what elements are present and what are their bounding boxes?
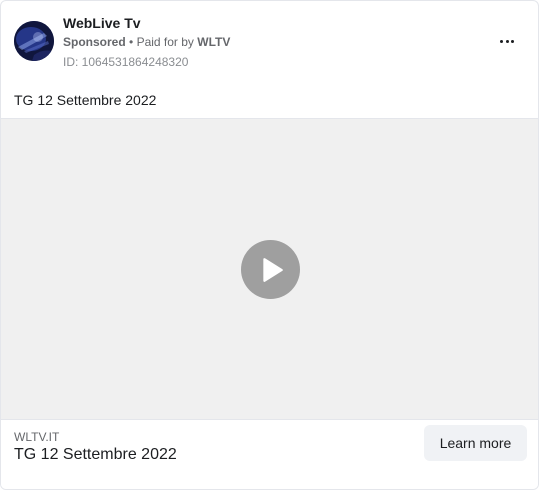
more-dot (510, 39, 514, 43)
avatar-image (14, 21, 54, 61)
link-headline[interactable]: TG 12 Settembre 2022 (14, 446, 177, 464)
ad-card: WebLive Tv Sponsored • Paid for by WLTV … (0, 0, 539, 490)
avatar[interactable] (14, 21, 54, 61)
link-domain: WLTV.IT (14, 430, 60, 444)
ad-body-text: TG 12 Settembre 2022 (14, 92, 157, 108)
sponsored-label: Sponsored (63, 35, 126, 49)
learn-more-button[interactable]: Learn more (424, 425, 527, 461)
ad-header: WebLive Tv Sponsored • Paid for by WLTV … (1, 1, 538, 81)
play-button[interactable] (241, 240, 300, 299)
page-name[interactable]: WebLive Tv (63, 15, 141, 31)
more-options-button[interactable] (491, 29, 523, 53)
separator: • (129, 35, 134, 49)
payer-name: WLTV (197, 35, 231, 49)
ad-id: ID: 1064531864248320 (63, 55, 189, 69)
play-icon (263, 257, 283, 282)
ad-footer[interactable]: WLTV.IT TG 12 Settembre 2022 Learn more (1, 419, 538, 489)
sponsor-line: Sponsored • Paid for by WLTV (63, 35, 230, 49)
video-player[interactable] (1, 118, 538, 419)
paid-for-by-label: Paid for by (136, 35, 194, 49)
more-horizontal-icon (500, 39, 504, 43)
more-dot (505, 39, 509, 43)
